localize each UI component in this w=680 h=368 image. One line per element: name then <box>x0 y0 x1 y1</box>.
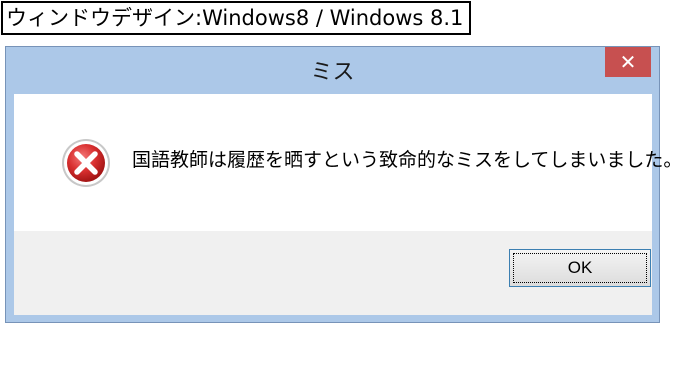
dialog-title: ミス <box>310 60 355 85</box>
dialog-content: 国語教師は履歴を晒すという致命的なミスをしてしまいました。 OK <box>14 94 680 315</box>
ok-button[interactable]: OK <box>509 249 651 287</box>
message-area: 国語教師は履歴を晒すという致命的なミスをしてしまいました。 <box>14 94 680 231</box>
error-message: 国語教師は履歴を晒すという致命的なミスをしてしまいました。 <box>132 149 680 171</box>
close-icon: ✕ <box>619 50 637 74</box>
error-icon <box>62 139 110 187</box>
close-button[interactable]: ✕ <box>605 47 651 77</box>
error-dialog-window: ミス ✕ 国語教師は履歴を晒すという致命的なミスをしてしまいました。 OK <box>5 46 680 323</box>
ok-button-label: OK <box>567 258 593 277</box>
title-bar[interactable]: ミス ✕ <box>6 47 659 92</box>
button-area: OK <box>14 231 652 315</box>
caption-label: ウィンドウデザイン:Windows8 / Windows 8.1 <box>1 1 472 35</box>
